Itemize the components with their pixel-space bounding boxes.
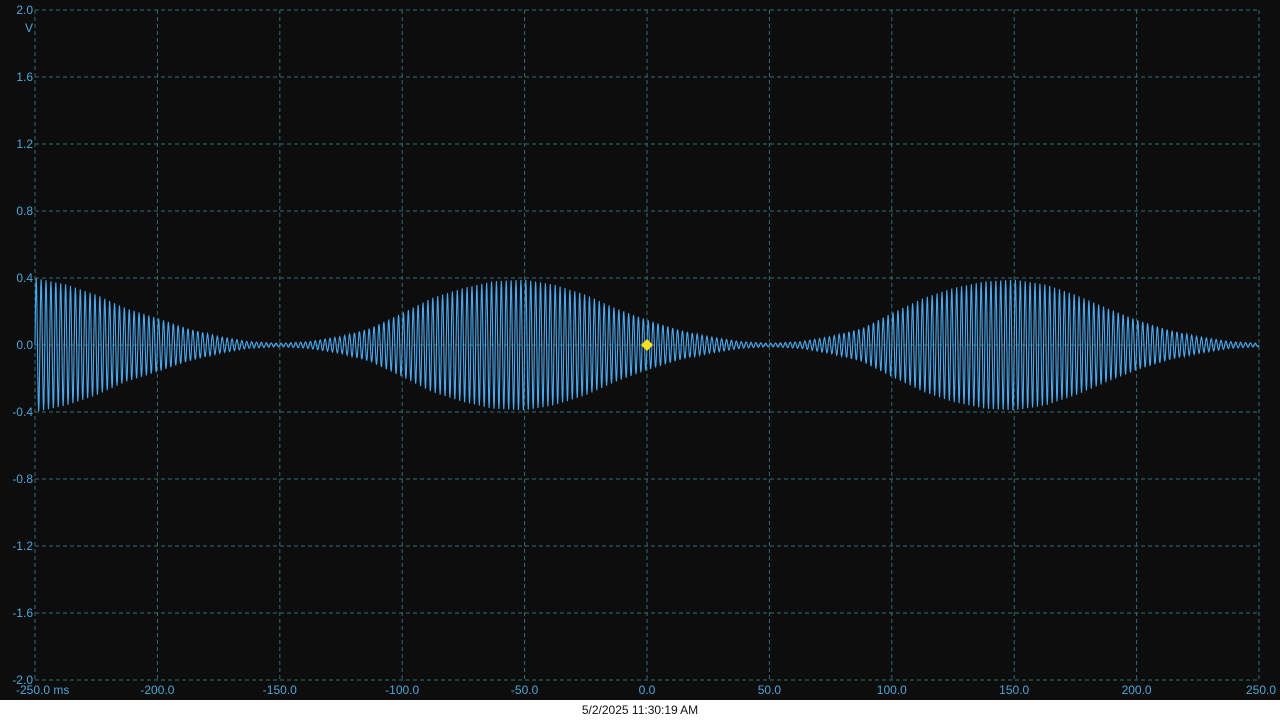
y-tick-label: -1.6 bbox=[12, 606, 33, 620]
y-tick-label: 2.0 bbox=[16, 3, 33, 17]
x-tick-label: 200.0 bbox=[1122, 683, 1152, 697]
x-tick-label: 0.0 bbox=[639, 683, 656, 697]
y-tick-label: 0.8 bbox=[16, 204, 33, 218]
y-tick-label: 1.2 bbox=[16, 137, 33, 151]
trigger-marker-layer bbox=[641, 339, 653, 351]
y-axis-ticks: 2.01.61.20.80.40.0-0.4-0.8-1.2-1.6-2.0 bbox=[12, 3, 33, 687]
trigger-marker bbox=[641, 339, 653, 351]
x-tick-label: 250.0 bbox=[1246, 683, 1276, 697]
x-axis-ticks: -250.0 ms -200.0 -150.0 -100.0 -50.0 0.0 50.0 1… bbox=[16, 683, 1276, 697]
y-tick-label: -0.8 bbox=[12, 472, 33, 486]
x-tick-label: -100.0 bbox=[385, 683, 419, 697]
status-footer: 5/2/2025 11:30:19 AM bbox=[0, 700, 1280, 720]
oscilloscope-display: 2.0 1.6 1.2 0.8 0.4 0.0 -0.4 -0.8 -1.2 -1.6 -2.0 -… bbox=[0, 0, 1280, 700]
x-tick-label: -250.0 ms bbox=[16, 683, 69, 697]
timestamp: 5/2/2025 11:30:19 AM bbox=[581, 703, 699, 717]
y-tick-label: 0.4 bbox=[16, 271, 33, 285]
y-tick-label: -1.2 bbox=[12, 539, 33, 553]
x-tick-label: 100.0 bbox=[877, 683, 907, 697]
y-tick-label: -0.4 bbox=[12, 405, 33, 419]
x-tick-label: -50.0 bbox=[511, 683, 539, 697]
y-unit-label: V bbox=[25, 21, 33, 35]
y-tick-label: 1.6 bbox=[16, 70, 33, 84]
x-tick-label: -200.0 bbox=[140, 683, 174, 697]
waveform-chart: 2.01.61.20.80.40.0-0.4-0.8-1.2-1.6-2.0 -… bbox=[12, 3, 1276, 697]
y-tick-label: 0.0 bbox=[16, 338, 33, 352]
x-tick-label: -150.0 bbox=[263, 683, 297, 697]
x-tick-label: 50.0 bbox=[758, 683, 782, 697]
x-tick-label: 150.0 bbox=[999, 683, 1029, 697]
